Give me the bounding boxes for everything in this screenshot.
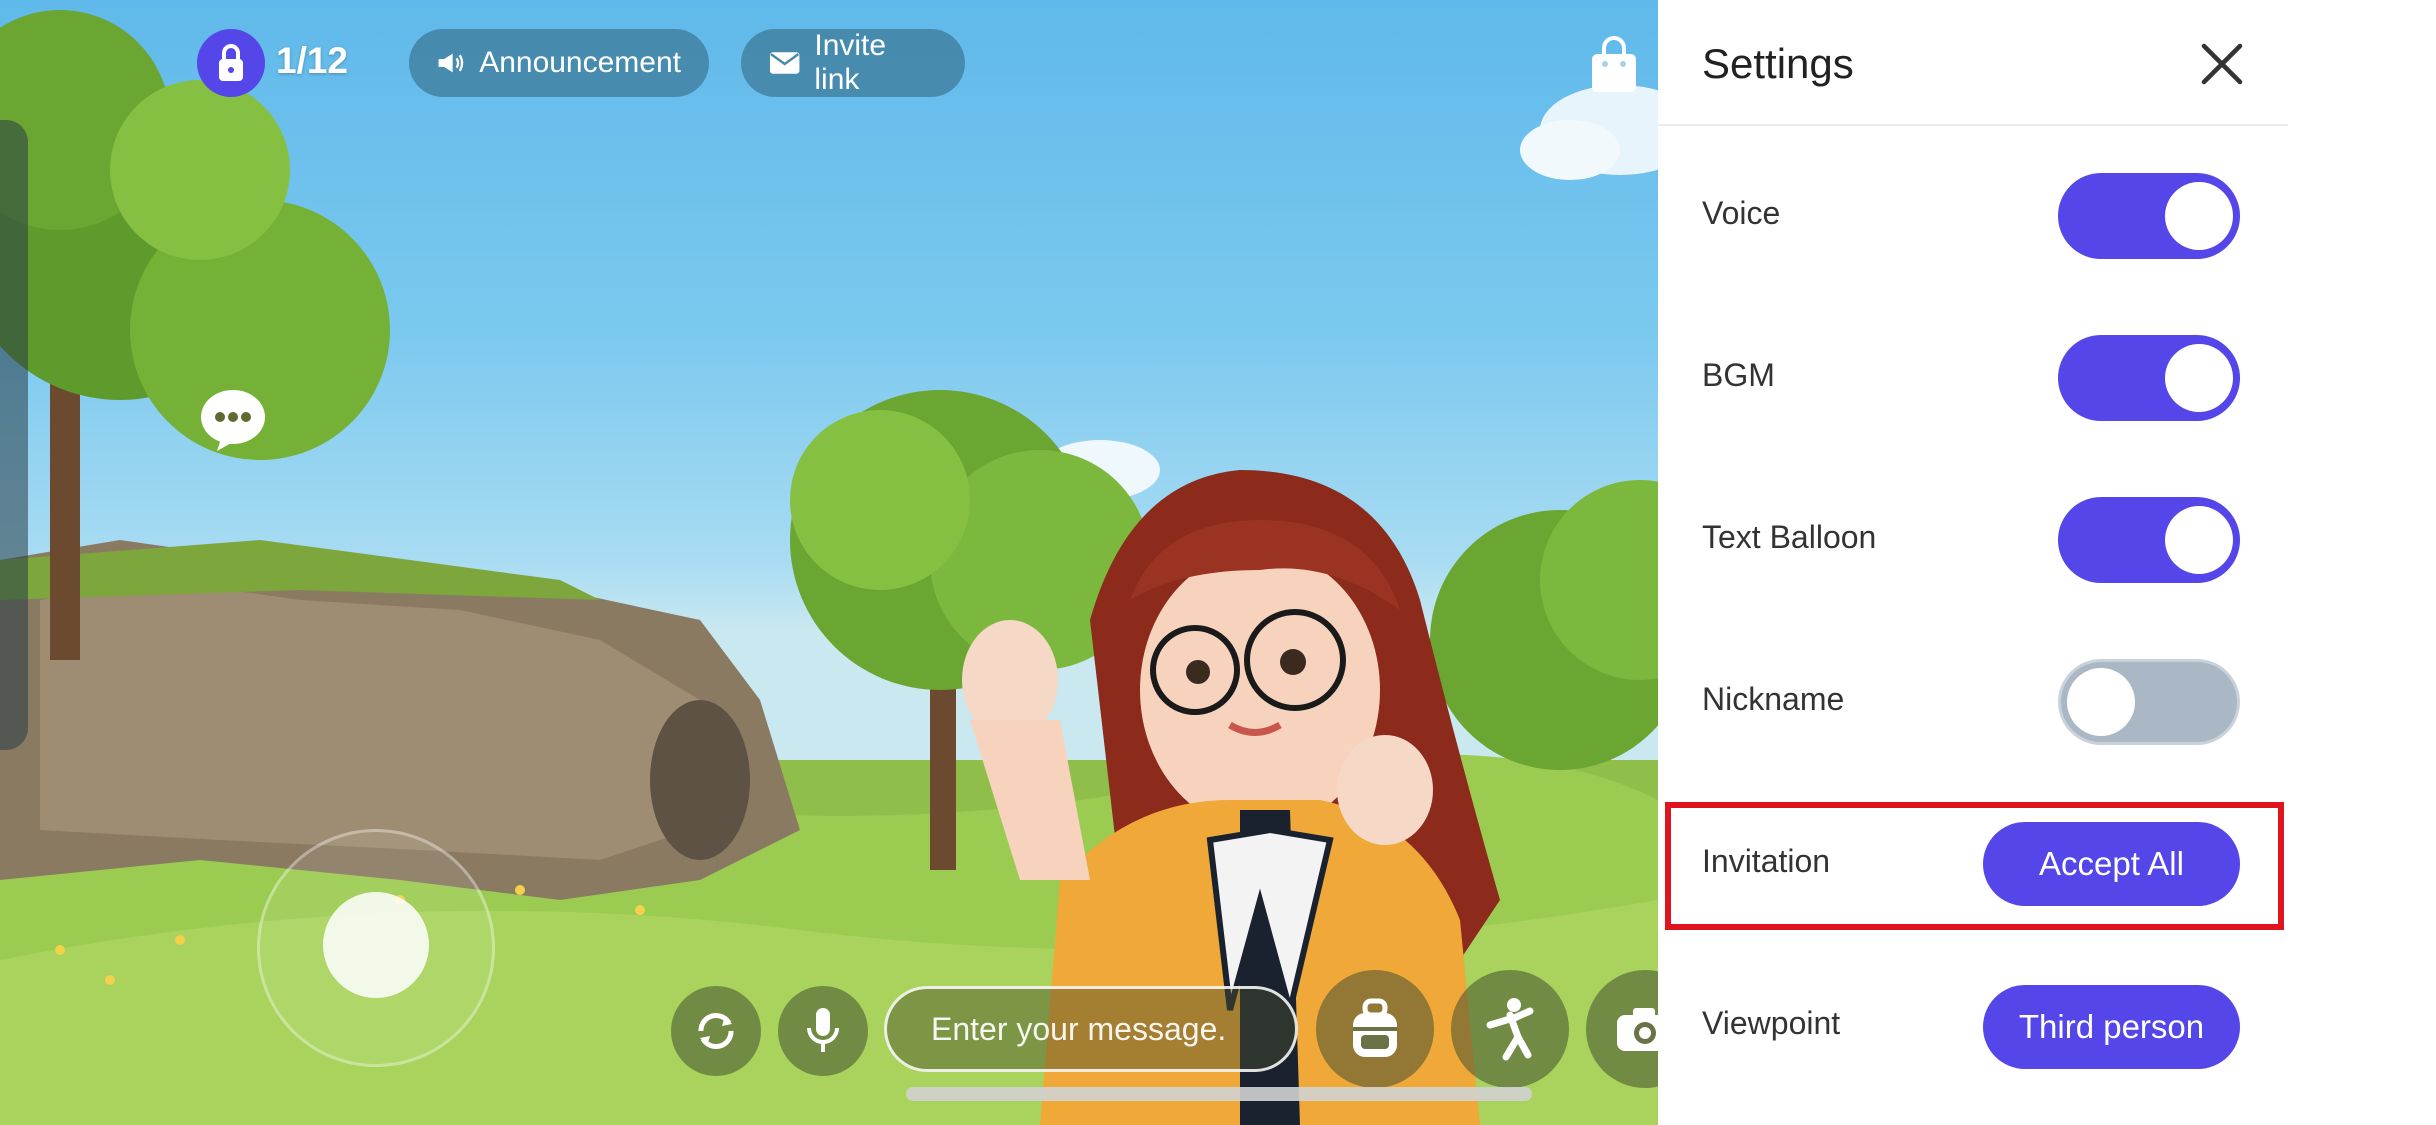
speech-bubble-icon [201,390,265,451]
text-balloon-toggle[interactable] [2058,497,2240,583]
shop-button[interactable] [1588,36,1640,99]
shopping-bag-icon [1592,36,1636,92]
megaphone-icon [438,53,464,73]
nickname-label: Nickname [1702,681,1845,717]
home-indicator [906,1087,1532,1101]
backpack-button[interactable] [1316,970,1434,1088]
backpack-icon [1353,998,1397,1057]
invite-link-label: Invite link [814,29,887,96]
settings-panel: Settings Voice BGM Text Balloon Nickname… [1658,0,2288,1125]
room-lock-button[interactable] [197,29,265,97]
text-balloon-label: Text Balloon [1702,519,1877,555]
room-occupancy-count: 1/12 [276,40,349,81]
voice-toggle[interactable] [2058,173,2240,259]
game-scene[interactable]: 1/12 Announcement Invite link [0,0,1658,1125]
camera-icon [1617,1008,1658,1051]
microphone-button[interactable] [778,986,868,1076]
voice-label: Voice [1702,195,1781,231]
microphone-icon [807,1008,839,1052]
gesture-button[interactable] [1451,970,1569,1088]
bgm-label: BGM [1702,357,1775,393]
close-icon [2201,43,2243,85]
joystick-knob[interactable] [323,892,429,998]
invitation-highlight-box [1665,802,2284,930]
viewpoint-label: Viewpoint [1702,1005,1841,1041]
toggle-knob [2165,506,2233,574]
rotate-camera-icon [698,1012,734,1050]
announcement-label: Announcement [479,46,681,79]
envelope-icon [769,52,800,74]
bgm-toggle[interactable] [2058,335,2240,421]
dance-icon [1486,998,1534,1061]
toggle-knob [2165,344,2233,412]
toggle-knob [2165,182,2233,250]
toggle-knob [2067,668,2135,736]
settings-header: Settings [1658,0,2288,126]
invite-link-button[interactable]: Invite link [741,29,965,97]
nickname-toggle[interactable] [2058,659,2240,745]
announcement-button[interactable]: Announcement [409,29,709,97]
close-settings-button[interactable] [2196,38,2248,90]
settings-title: Settings [1702,40,1854,87]
lock-icon [219,44,243,81]
side-drawer-handle[interactable] [0,120,28,750]
chat-message-input[interactable] [884,986,1298,1072]
rotate-camera-button[interactable] [671,986,761,1076]
viewpoint-third-person-button[interactable]: Third person [1983,985,2240,1069]
scene-illustration [0,10,1658,1125]
chat-toggle-button[interactable] [199,387,267,458]
